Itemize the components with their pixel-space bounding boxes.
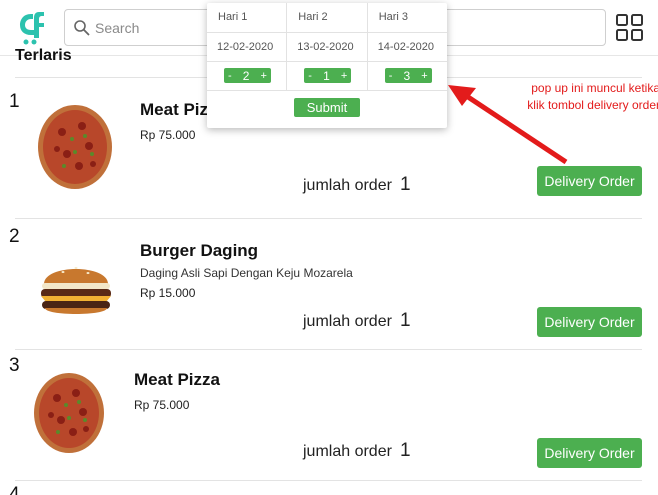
order-quantity-label: jumlah order bbox=[303, 313, 392, 330]
grid-menu-icon[interactable] bbox=[616, 14, 643, 41]
delivery-order-button[interactable]: Delivery Order bbox=[537, 438, 642, 468]
quantity-stepper[interactable]: -2 + bbox=[224, 68, 271, 83]
day-date: 14-02-2020 bbox=[366, 31, 447, 62]
day-header: Hari 1 bbox=[207, 3, 288, 33]
day-header: Hari 3 bbox=[366, 3, 447, 33]
item-price: Rp 15.000 bbox=[140, 286, 196, 300]
order-quantity-value: 1 bbox=[399, 310, 411, 331]
order-quantity-label: jumlah order bbox=[303, 177, 392, 194]
decrement-button[interactable]: - bbox=[308, 70, 312, 82]
annotation-note: pop up ini muncul ketika klik tombol del… bbox=[470, 80, 658, 114]
increment-button[interactable]: + bbox=[261, 70, 267, 82]
item-price: Rp 75.000 bbox=[140, 128, 196, 142]
increment-button[interactable]: + bbox=[341, 70, 347, 82]
search-icon bbox=[74, 20, 90, 36]
day-header: Hari 2 bbox=[286, 3, 368, 33]
annotation-line: klik tombol delivery order bbox=[527, 98, 658, 112]
item-rank: 4 bbox=[9, 484, 20, 495]
app-logo[interactable] bbox=[17, 10, 47, 46]
burger-image bbox=[41, 267, 111, 314]
stepper-value: 2 bbox=[242, 68, 250, 83]
pizza-image bbox=[34, 373, 104, 453]
order-quantity: jumlah order 1 bbox=[303, 310, 411, 332]
decrement-button[interactable]: - bbox=[228, 70, 232, 82]
item-description: Daging Asli Sapi Dengan Keju Mozarela bbox=[140, 266, 353, 280]
item-title: Burger Daging bbox=[140, 241, 259, 260]
divider bbox=[15, 349, 642, 350]
order-quantity-label: jumlah order bbox=[303, 443, 392, 460]
day-date: 13-02-2020 bbox=[286, 31, 368, 62]
schedule-table: Hari 1 Hari 2 Hari 3 12-02-2020 13-02-20… bbox=[207, 3, 447, 91]
submit-button[interactable]: Submit bbox=[294, 98, 360, 117]
order-quantity-value: 1 bbox=[399, 174, 411, 195]
order-quantity-value: 1 bbox=[399, 440, 411, 461]
quantity-stepper[interactable]: -1 + bbox=[304, 68, 352, 83]
stepper-value: 1 bbox=[323, 68, 330, 83]
delivery-order-button[interactable]: Delivery Order bbox=[537, 166, 642, 196]
item-rank: 2 bbox=[9, 226, 20, 247]
submit-container: Submit bbox=[207, 98, 447, 117]
item-rank: 3 bbox=[9, 355, 20, 376]
delivery-schedule-popup: Hari 1 Hari 2 Hari 3 12-02-2020 13-02-20… bbox=[207, 3, 447, 128]
quantity-stepper[interactable]: -3 + bbox=[384, 68, 432, 83]
order-quantity: jumlah order 1 bbox=[303, 174, 411, 196]
decrement-button[interactable]: - bbox=[389, 70, 393, 82]
delivery-order-button[interactable]: Delivery Order bbox=[537, 307, 642, 337]
annotation-line: pop up ini muncul ketika bbox=[531, 81, 658, 95]
increment-button[interactable]: + bbox=[421, 70, 427, 82]
item-price: Rp 75.000 bbox=[134, 398, 190, 412]
divider bbox=[15, 218, 642, 219]
item-title: Meat Pizza bbox=[134, 370, 220, 389]
item-rank: 1 bbox=[9, 91, 20, 112]
day-date: 12-02-2020 bbox=[207, 31, 288, 62]
section-title: Terlaris bbox=[15, 47, 72, 64]
divider bbox=[15, 480, 642, 481]
pizza-image bbox=[38, 105, 112, 189]
order-quantity: jumlah order 1 bbox=[303, 440, 411, 462]
stepper-value: 3 bbox=[403, 68, 411, 83]
